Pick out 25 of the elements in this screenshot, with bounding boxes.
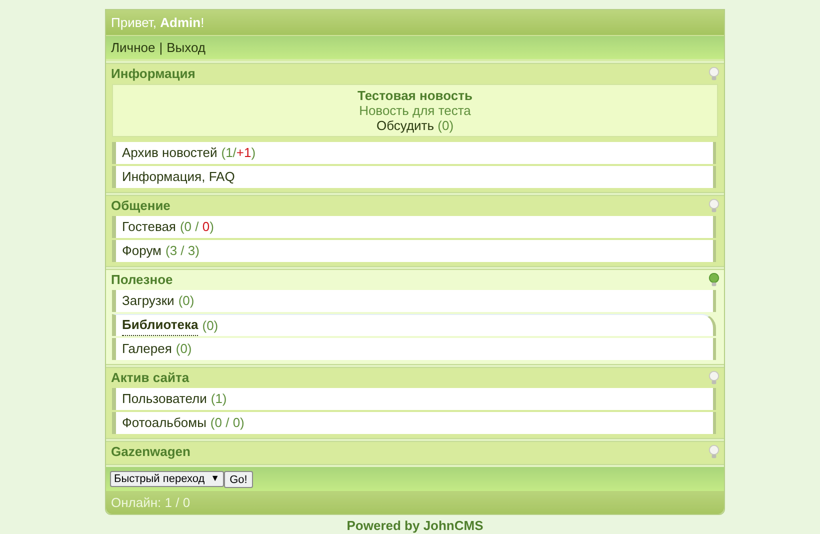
nav-link[interactable]: Выход: [166, 38, 206, 58]
greeting-text: Привет, Admin!: [111, 14, 204, 32]
menu-item[interactable]: Загрузки (0): [112, 290, 716, 312]
nav-link[interactable]: Личное: [111, 38, 156, 58]
menu-item[interactable]: Форум (3 / 3): [112, 240, 716, 262]
quick-jump-dropdown[interactable]: Быстрый переход ▼: [110, 471, 224, 487]
menu-item[interactable]: Информация, FAQ: [112, 166, 716, 188]
menu-item[interactable]: Библиотека (0): [112, 314, 716, 336]
menu-item[interactable]: Гостевая (0 / 0): [112, 216, 716, 238]
discuss-link[interactable]: Обсудить (0): [376, 118, 454, 133]
section-title: Информация: [111, 65, 196, 84]
footer-text: Powered by JohnCMS: [346, 518, 484, 534]
online-count: Онлайн: 1 / 0: [111, 494, 190, 512]
section-title: Актив сайта: [111, 369, 190, 388]
menu-item[interactable]: Фотоальбомы (0 / 0): [112, 412, 716, 434]
menu-item[interactable]: Пользователи (1): [112, 388, 716, 410]
menu-item[interactable]: Галерея (0): [112, 338, 716, 360]
section-title: Общение: [111, 197, 170, 216]
news-title: Тестовая новость: [358, 88, 472, 103]
section-title: Gazenwagen: [111, 443, 190, 462]
news-text: Новость для теста: [359, 103, 471, 118]
section-title: Полезное: [111, 271, 173, 290]
go-button[interactable]: Go!: [224, 470, 254, 488]
menu-item[interactable]: Архив новостей (1/+1): [112, 142, 716, 164]
separator-text: |: [159, 38, 163, 57]
